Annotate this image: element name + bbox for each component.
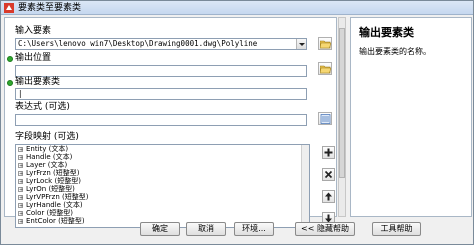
input-features-label: 输入要素 (15, 26, 52, 36)
required-indicator-icon (7, 56, 13, 62)
add-field-button[interactable] (322, 146, 335, 159)
expression-label: 表达式 (可选) (15, 102, 70, 112)
sql-calculator-icon (320, 114, 331, 124)
list-item[interactable]: + LyrLock (短整型) (16, 177, 309, 185)
list-item[interactable]: + LyrHandle (文本) (16, 201, 309, 209)
input-features-combo[interactable]: C:\Users\lenovo win7\Desktop\Drawing0001… (15, 38, 307, 50)
field-list-scrollbar[interactable] (301, 145, 309, 227)
tool-help-button[interactable]: 工具帮助 (372, 222, 421, 236)
environments-button[interactable]: 环境... (234, 222, 274, 236)
expression-input[interactable] (15, 114, 307, 126)
expand-icon[interactable]: + (18, 186, 23, 192)
list-item[interactable]: + Handle (文本) (16, 153, 309, 161)
required-indicator-icon (7, 80, 13, 86)
window-title: 要素类至要素类 (18, 3, 82, 13)
arrow-up-icon (325, 192, 332, 201)
output-feature-class-label: 输出要素类 (15, 77, 61, 87)
move-up-button[interactable] (322, 190, 335, 203)
ok-button[interactable]: 确定 (140, 222, 180, 236)
expand-icon[interactable]: + (18, 218, 23, 224)
close-icon (324, 170, 333, 179)
list-item[interactable]: + Color (短整型) (16, 209, 309, 217)
delete-field-button[interactable] (322, 168, 335, 181)
help-text: 输出要素类的名称。 (359, 47, 431, 56)
parameters-pane: 输入要素 C:\Users\lenovo win7\Desktop\Drawin… (4, 17, 337, 228)
list-item[interactable]: + LyrOn (短整型) (16, 185, 309, 193)
tool-dialog: 要素类至要素类 输入要素 C:\Users\lenovo win7\Deskto… (0, 0, 474, 245)
tool-icon (4, 3, 14, 13)
list-item[interactable]: + LyrFrzn (短整型) (16, 169, 309, 177)
parameters-scrollbar[interactable] (338, 17, 346, 217)
chevron-down-icon[interactable] (296, 39, 306, 49)
cancel-button[interactable]: 取消 (186, 222, 226, 236)
expand-icon[interactable]: + (18, 178, 23, 184)
scrollbar-thumb[interactable] (339, 28, 345, 178)
expand-icon[interactable]: + (18, 162, 23, 168)
browse-output-button[interactable] (318, 62, 332, 75)
input-features-value: C:\Users\lenovo win7\Desktop\Drawing0001… (18, 39, 258, 48)
field-map-label: 字段映射 (可选) (15, 132, 79, 142)
expand-icon[interactable]: + (18, 194, 23, 200)
expand-icon[interactable]: + (18, 202, 23, 208)
output-location-input[interactable] (15, 65, 307, 77)
plus-icon (324, 148, 333, 157)
help-pane: 输出要素类 输出要素类的名称。 (350, 17, 472, 217)
title-bar[interactable]: 要素类至要素类 (1, 1, 473, 15)
output-location-label: 输出位置 (15, 53, 52, 63)
output-feature-class-input[interactable]: | (15, 88, 307, 100)
expand-icon[interactable]: + (18, 154, 23, 160)
expand-icon[interactable]: + (18, 210, 23, 216)
hide-help-button[interactable]: << 隐藏帮助 (295, 222, 355, 236)
expand-icon[interactable]: + (18, 146, 23, 152)
folder-open-icon (320, 40, 331, 49)
expand-icon[interactable]: + (18, 170, 23, 176)
folder-open-icon (320, 65, 331, 74)
sql-builder-button[interactable] (318, 112, 332, 125)
field-map-list[interactable]: + Entity (文本) + Handle (文本) + Layer (文本) + L… (15, 144, 310, 228)
list-item[interactable]: + Entity (文本) (16, 145, 309, 153)
help-title: 输出要素类 (359, 26, 414, 39)
list-item[interactable]: + Layer (文本) (16, 161, 309, 169)
browse-input-button[interactable] (318, 37, 332, 50)
list-item[interactable]: + LyrVPFrzn (短整型) (16, 193, 309, 201)
